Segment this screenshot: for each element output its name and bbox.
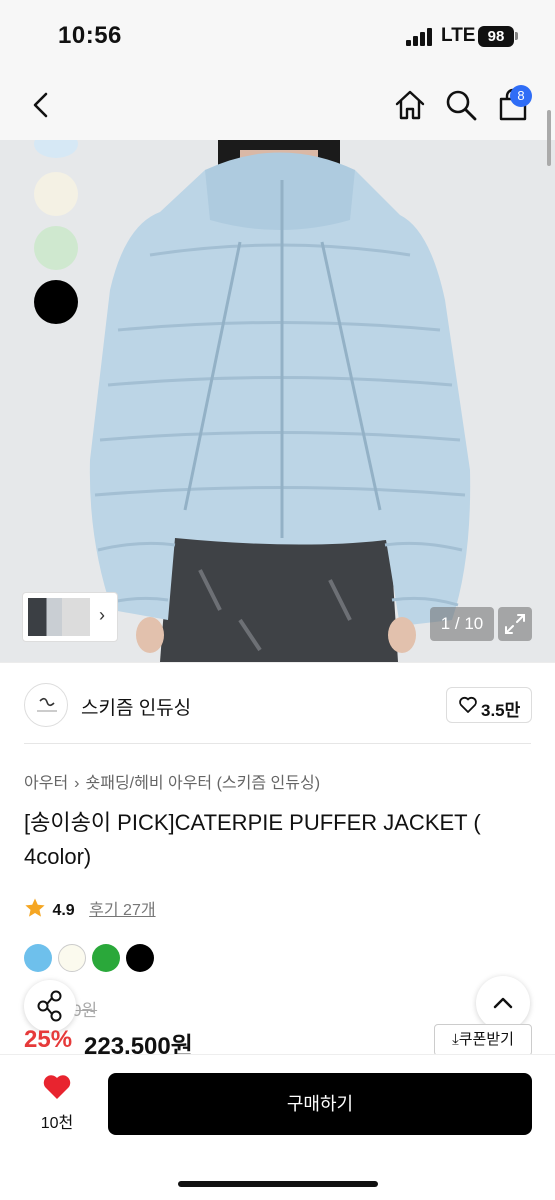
network-label: LTE [441, 25, 476, 46]
back-icon[interactable] [28, 90, 56, 120]
thumbnail-image [28, 598, 90, 636]
home-indicator [178, 1181, 378, 1187]
like-count: 3.5만 [481, 701, 521, 720]
color-swatch-sky-blue[interactable] [24, 944, 52, 972]
rating-value: 4.9 [52, 902, 75, 919]
gallery-color-dot[interactable] [34, 280, 78, 324]
cart-badge: 8 [510, 85, 532, 107]
color-swatch-green[interactable] [92, 944, 120, 972]
heart-outline-icon [459, 696, 477, 713]
signal-icon [406, 28, 434, 46]
coupon-button[interactable]: ⤓쿠폰받기 [434, 1024, 532, 1056]
search-icon[interactable] [444, 88, 478, 122]
download-icon: ⤓ [452, 1031, 459, 1048]
review-link[interactable]: 후기 27개 [89, 902, 155, 919]
image-counter: 1 / 10 [430, 607, 494, 641]
home-icon[interactable] [393, 88, 427, 122]
brand-row: 스키즘 인듀싱 3.5만 [0, 662, 555, 746]
status-time: 10:56 [58, 22, 122, 49]
color-swatch-ivory[interactable] [58, 944, 86, 972]
chevron-up-icon [493, 997, 513, 1009]
bottom-bar: 10천 구매하기 [0, 1054, 555, 1200]
breadcrumb-level2[interactable]: 숏패딩/헤비 아우터 (스키즘 인듀싱) [86, 775, 321, 792]
brand-name[interactable]: 스키즘 인듀싱 [81, 693, 191, 720]
battery-tip [515, 32, 518, 40]
brand-like-button[interactable]: 3.5만 [446, 687, 532, 723]
scrollbar[interactable] [547, 110, 551, 166]
chevron-right-icon: › [74, 775, 80, 792]
color-swatch-black[interactable] [126, 944, 154, 972]
chevron-right-icon[interactable]: › [99, 605, 105, 626]
scroll-top-button[interactable] [476, 976, 530, 1030]
divider [24, 743, 531, 744]
share-icon [37, 990, 62, 1022]
heart-filled-icon[interactable] [42, 1073, 72, 1101]
product-title: [송이송이 PICK]CATERPIE PUFFER JACKET ( 4col… [24, 810, 481, 869]
top-nav [0, 72, 555, 140]
star-icon [25, 898, 45, 917]
product-photo [0, 140, 555, 662]
gallery-color-dot[interactable] [34, 172, 78, 216]
rating-row: 4.9 후기 27개 [24, 896, 156, 920]
coupon-label: 쿠폰받기 [458, 1031, 514, 1048]
wish-count: 10천 [40, 1115, 74, 1132]
product-image-gallery[interactable]: › 1 / 10 [0, 140, 555, 662]
expand-icon[interactable] [498, 607, 532, 641]
brand-logo[interactable] [24, 683, 68, 727]
breadcrumb-level1[interactable]: 아우터 [24, 775, 68, 792]
buy-button[interactable]: 구매하기 [108, 1073, 532, 1135]
status-bar: 10:56 LTE 98 [0, 0, 555, 72]
battery-icon: 98 [478, 26, 514, 47]
thumbnail-strip[interactable]: › [22, 592, 118, 642]
discount-rate: 25% [24, 1026, 73, 1053]
breadcrumb: 아우터 › 숏패딩/헤비 아우터 (스키즘 인듀싱) [24, 769, 320, 793]
gallery-color-dot[interactable] [34, 226, 78, 270]
share-button[interactable] [24, 980, 76, 1032]
